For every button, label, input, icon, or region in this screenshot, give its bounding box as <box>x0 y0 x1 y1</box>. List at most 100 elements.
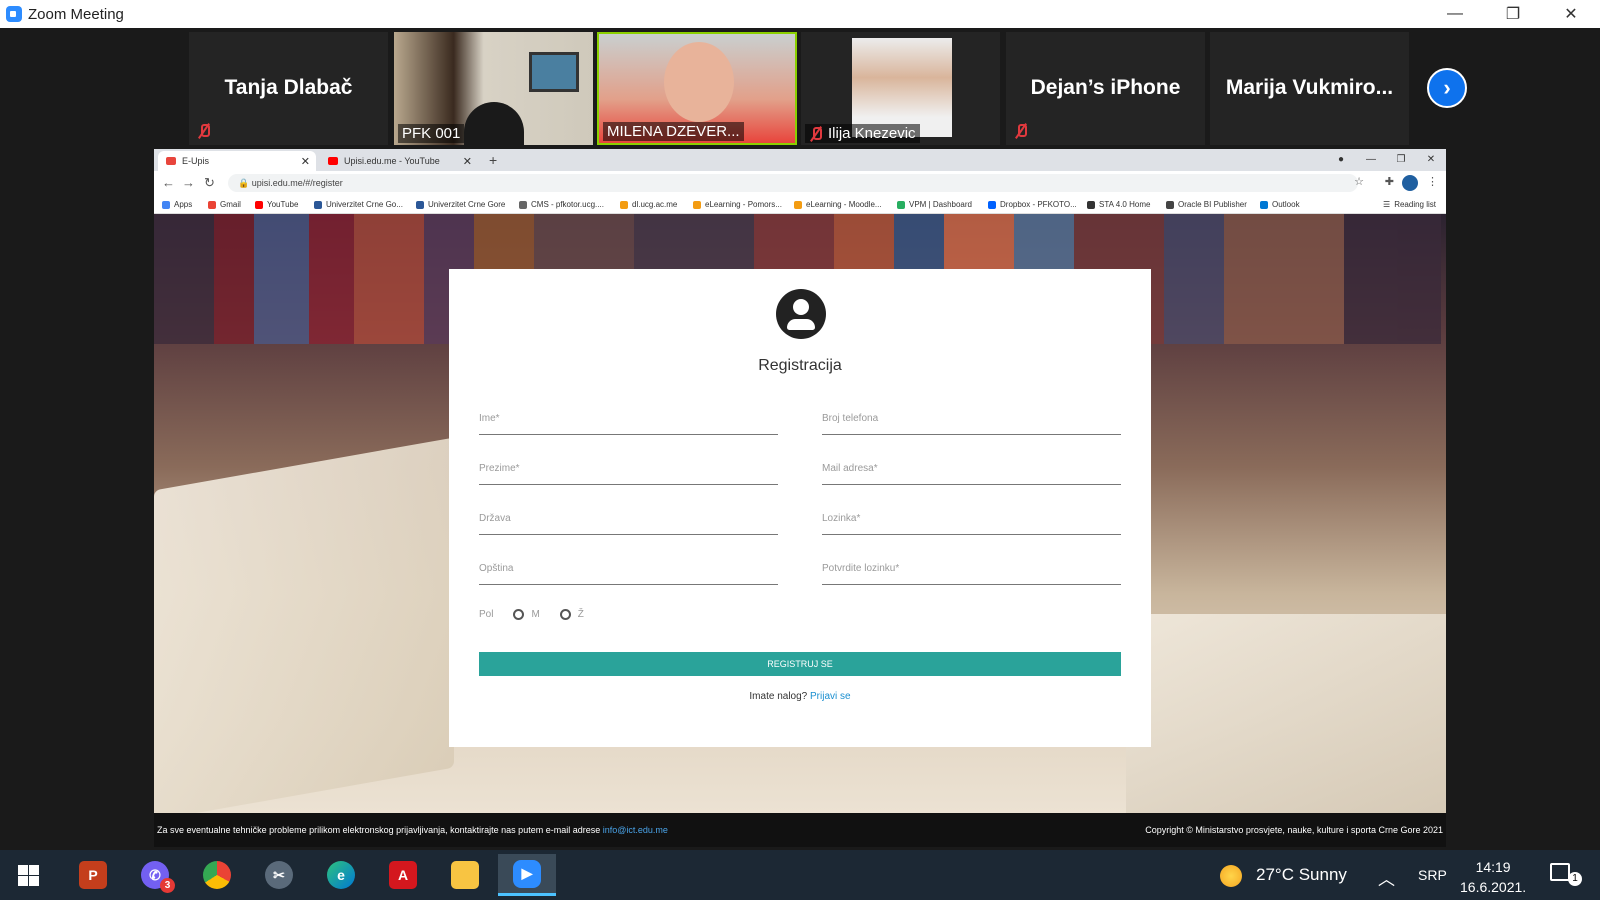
drzava-input[interactable]: Država <box>479 513 778 535</box>
forward-icon[interactable]: → <box>182 175 195 190</box>
form-title: Registracija <box>758 357 842 374</box>
tab-youtube[interactable]: Upisi.edu.me - YouTube ✕ <box>320 151 478 171</box>
bookmark-apps[interactable]: Apps <box>162 200 192 209</box>
gender-label: Pol <box>479 609 494 620</box>
address-bar[interactable]: 🔒 upisi.edu.me/#/register <box>228 174 1358 192</box>
opstina-input[interactable]: Opština <box>479 563 778 585</box>
chrome-icon <box>203 861 231 889</box>
reading-list-icon: ☰ <box>1383 200 1391 209</box>
reading-list-button[interactable]: ☰ Reading list <box>1383 200 1436 209</box>
notification-badge: 3 <box>160 878 175 893</box>
language-indicator[interactable]: SRP <box>1418 867 1447 883</box>
gender-z-radio[interactable] <box>559 609 571 620</box>
bookmark-elearning-pomors[interactable]: eLearning - Pomors... <box>693 200 782 209</box>
close-icon[interactable]: ✕ <box>1542 0 1600 28</box>
wall-picture <box>529 52 579 92</box>
vpm-icon <box>897 200 905 209</box>
bookmark-dropbox[interactable]: Dropbox - PFKOTO... <box>988 200 1077 209</box>
participant-name: Tanja Dlabač <box>224 76 353 99</box>
bookmark-sta[interactable]: STA 4.0 Home <box>1087 200 1150 209</box>
bookmark-star-icon[interactable]: ☆ <box>1354 175 1364 188</box>
participant-tile[interactable]: Marija Vukmiro... <box>1210 32 1409 145</box>
bookmark-label: Gmail <box>220 200 241 209</box>
new-tab-icon[interactable]: + <box>489 152 497 168</box>
field-placeholder: Potvrdite lozinku* <box>822 563 900 574</box>
footer-text: Za sve eventualne tehničke probleme pril… <box>157 825 601 835</box>
minimize-icon[interactable]: — <box>1426 0 1484 28</box>
potvrdite-lozinku-input[interactable]: Potvrdite lozinku* <box>822 563 1121 585</box>
taskbar-chrome[interactable] <box>188 854 246 896</box>
open-book-left-background <box>154 437 454 821</box>
bookmark-youtube[interactable]: YouTube <box>255 200 298 209</box>
participant-video-tile-active-speaker[interactable]: MILENA DZEVER... <box>597 32 797 145</box>
bookmark-ucg[interactable]: Univerzitet Crne Go... <box>314 200 403 209</box>
next-page-button[interactable]: › <box>1427 68 1467 108</box>
minimize-icon[interactable]: — <box>1356 149 1386 171</box>
bookmark-outlook[interactable]: Outlook <box>1260 200 1300 209</box>
tab-search-icon[interactable]: ● <box>1326 149 1356 171</box>
taskbar-edge[interactable]: e <box>312 854 370 896</box>
taskbar-acrobat[interactable]: A <box>374 854 432 896</box>
university-icon <box>416 200 424 209</box>
close-icon[interactable]: ✕ <box>1416 149 1446 171</box>
taskbar-snipping[interactable]: ✂ <box>250 854 308 896</box>
participant-tile[interactable]: Dejan’s iPhone <box>1006 32 1205 145</box>
participant-tile[interactable]: Tanja Dlabač <box>189 32 388 145</box>
system-clock[interactable]: 14:19 16.6.2021. <box>1460 857 1526 897</box>
participant-video-tile[interactable]: PFK 001 <box>394 32 593 145</box>
gender-m-radio[interactable] <box>513 609 525 620</box>
reload-icon[interactable]: ↻ <box>204 175 215 191</box>
restore-icon[interactable]: ❐ <box>1386 149 1416 171</box>
bookmark-label: eLearning - Moodle... <box>806 200 882 209</box>
bookmark-cms[interactable]: CMS - pfkotor.ucg.... <box>519 200 604 209</box>
restore-icon[interactable]: ❐ <box>1484 0 1542 28</box>
menu-icon[interactable]: ⋮ <box>1427 175 1438 188</box>
notification-center-icon[interactable] <box>1550 863 1570 881</box>
tab-strip: E-Upis ✕ Upisi.edu.me - YouTube ✕ + ● — … <box>154 149 1446 171</box>
oracle-icon <box>1166 200 1174 209</box>
outlook-icon <box>1260 200 1268 209</box>
bookmark-oracle[interactable]: Oracle BI Publisher <box>1166 200 1247 209</box>
moodle-icon <box>693 200 701 209</box>
back-icon[interactable]: ← <box>162 175 175 190</box>
taskbar-powerpoint[interactable]: P <box>64 854 122 896</box>
ime-input[interactable]: Ime* <box>479 413 778 435</box>
profile-avatar[interactable] <box>1402 175 1418 191</box>
bookmark-ucg2[interactable]: Univerzitet Crne Gore <box>416 200 505 209</box>
muted-mic-icon <box>197 123 211 139</box>
windows-start-icon[interactable] <box>18 865 39 886</box>
taskbar-file-explorer[interactable] <box>436 854 494 896</box>
support-email-link[interactable]: info@ict.edu.me <box>603 825 668 835</box>
taskbar-viber[interactable]: ✆ 3 <box>126 854 184 896</box>
field-placeholder: Država <box>479 513 511 524</box>
bookmark-dl[interactable]: dl.ucg.ac.me <box>620 200 677 209</box>
book-spine <box>309 214 354 344</box>
mail-adresa-input[interactable]: Mail adresa* <box>822 463 1121 485</box>
participant-name: MILENA DZEVER... <box>607 123 740 140</box>
broj-telefona-input[interactable]: Broj telefona <box>822 413 1121 435</box>
bookmark-label: eLearning - Pomors... <box>705 200 782 209</box>
field-placeholder: Lozinka* <box>822 513 861 524</box>
url-text: upisi.edu.me/#/register <box>251 178 343 188</box>
prezime-input[interactable]: Prezime* <box>479 463 778 485</box>
register-button[interactable]: REGISTRUJ SE <box>479 652 1121 676</box>
participant-tile[interactable]: Ilija Knezevic <box>801 32 1000 145</box>
weather-text[interactable]: 27°C Sunny <box>1256 865 1347 885</box>
sta-icon <box>1087 200 1095 209</box>
book-spine <box>1164 214 1224 344</box>
login-link[interactable]: Prijavi se <box>810 691 851 702</box>
close-tab-icon[interactable]: ✕ <box>301 155 310 168</box>
browser-window: E-Upis ✕ Upisi.edu.me - YouTube ✕ + ● — … <box>154 149 1446 847</box>
taskbar-zoom[interactable]: ▶ <box>498 854 556 896</box>
bookmark-vpm[interactable]: VPM | Dashboard <box>897 200 972 209</box>
bookmark-elearning-moodle[interactable]: eLearning - Moodle... <box>794 200 882 209</box>
participant-silhouette <box>464 102 524 145</box>
close-tab-icon[interactable]: ✕ <box>463 155 472 168</box>
moodle-icon <box>620 200 628 209</box>
lozinka-input[interactable]: Lozinka* <box>822 513 1121 535</box>
extensions-icon[interactable]: ✚ <box>1385 175 1394 188</box>
bookmark-gmail[interactable]: Gmail <box>208 200 241 209</box>
field-placeholder: Opština <box>479 563 514 574</box>
tab-e-upis[interactable]: E-Upis ✕ <box>158 151 316 171</box>
tray-chevron-up-icon[interactable]: ︿ <box>1378 865 1395 890</box>
